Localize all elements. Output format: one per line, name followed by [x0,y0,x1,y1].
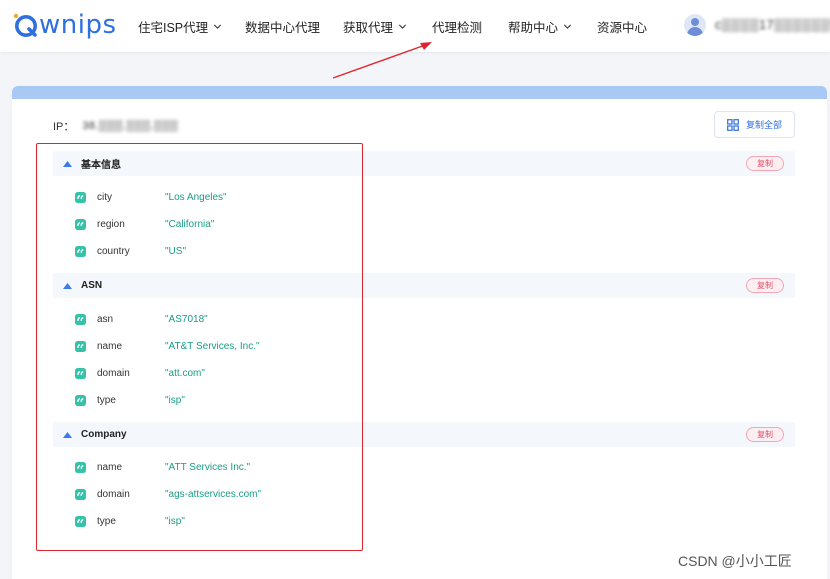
grid-icon [727,118,739,131]
logo-text: wnips [39,10,117,40]
nav-item-residential-isp[interactable]: 住宅ISP代理 [138,17,222,36]
copy-button[interactable]: 复制 [746,427,784,442]
copy-all-label: 复制全部 [745,120,782,130]
copy-button[interactable]: 复制 [746,278,784,293]
copy-label: 复制 [757,430,773,439]
annotation-arrow [332,42,432,79]
nav-label: 住宅ISP代理 [138,21,209,35]
nav-item-help-center[interactable]: 帮助中心 [508,17,572,36]
copy-label: 复制 [757,159,773,168]
nav-label: 获取代理 [343,21,394,35]
nav-item-proxy-check[interactable]: 代理检测 [432,17,482,36]
nav-label: 帮助中心 [508,21,559,35]
user-menu[interactable]: c▒▒▒▒17▒▒▒▒▒▒5970 [684,14,830,36]
ip-value: 38.▒▒▒.▒▒▒.▒▒▒ [82,120,179,132]
nav-label: 数据中心代理 [245,21,321,35]
nav-item-get-proxy[interactable]: 获取代理 [343,17,407,36]
copy-all-button[interactable]: 复制全部 [714,111,795,138]
nav-item-datacenter[interactable]: 数据中心代理 [245,17,320,36]
card-header-strip [12,86,827,99]
ip-label: IP： [53,121,75,133]
copy-label: 复制 [757,281,773,290]
chevron-down-icon [214,24,222,29]
watermark: CSDN @小小工匠 [678,553,792,569]
nav-label: 代理检测 [432,21,483,35]
nav-label: 资源中心 [597,21,648,35]
logo-o-icon [13,13,37,37]
username: c▒▒▒▒17▒▒▒▒▒▒5970 [715,18,830,32]
copy-button[interactable]: 复制 [746,156,784,171]
nav-item-resource-center[interactable]: 资源中心 [597,17,647,36]
user-avatar-icon [684,14,706,36]
chevron-down-icon [563,24,572,29]
brand-logo[interactable]: wnips [12,9,117,41]
annotation-highlight-box [36,143,363,551]
chevron-down-icon [398,24,407,29]
ip-row: IP： 38.▒▒▒.▒▒▒.▒▒▒ [53,118,178,134]
